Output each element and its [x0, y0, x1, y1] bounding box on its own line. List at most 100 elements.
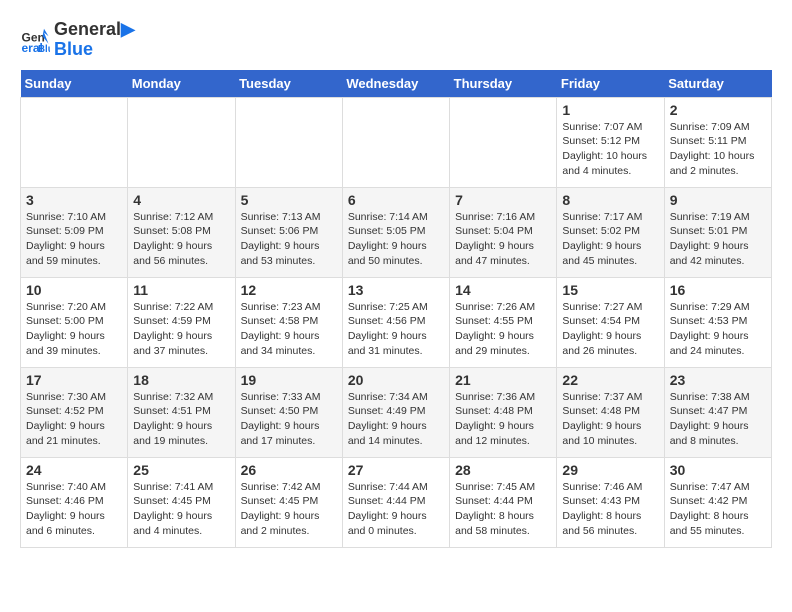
logo-icon: Gen eral Blue — [20, 25, 50, 55]
calendar-cell: 4 Sunrise: 7:12 AM Sunset: 5:08 PM Daylig… — [128, 187, 235, 277]
day-info: Sunrise: 7:29 AM Sunset: 4:53 PM Dayligh… — [670, 300, 766, 359]
day-info: Sunrise: 7:37 AM Sunset: 4:48 PM Dayligh… — [562, 390, 658, 449]
day-number: 30 — [670, 462, 766, 478]
calendar-header-row: SundayMondayTuesdayWednesdayThursdayFrid… — [21, 70, 772, 98]
day-info: Sunrise: 7:32 AM Sunset: 4:51 PM Dayligh… — [133, 390, 229, 449]
day-number: 15 — [562, 282, 658, 298]
day-number: 26 — [241, 462, 337, 478]
day-of-week-thursday: Thursday — [450, 70, 557, 98]
day-info: Sunrise: 7:16 AM Sunset: 5:04 PM Dayligh… — [455, 210, 551, 269]
day-of-week-tuesday: Tuesday — [235, 70, 342, 98]
calendar-cell: 19 Sunrise: 7:33 AM Sunset: 4:50 PM Dayli… — [235, 367, 342, 457]
calendar-cell: 18 Sunrise: 7:32 AM Sunset: 4:51 PM Dayli… — [128, 367, 235, 457]
day-number: 29 — [562, 462, 658, 478]
calendar-cell: 25Sunrise: 7:41 AM Sunset: 4:45 PM Dayli… — [128, 457, 235, 547]
day-info: Sunrise: 7:45 AM Sunset: 4:44 PM Dayligh… — [455, 480, 551, 539]
day-number: 14 — [455, 282, 551, 298]
calendar-cell — [342, 97, 449, 187]
calendar-cell: 11 Sunrise: 7:22 AM Sunset: 4:59 PM Dayli… — [128, 277, 235, 367]
calendar-week-4: 17 Sunrise: 7:30 AM Sunset: 4:52 PM Dayli… — [21, 367, 772, 457]
day-number: 20 — [348, 372, 444, 388]
calendar-cell: 29 Sunrise: 7:46 AM Sunset: 4:43 PM Dayli… — [557, 457, 664, 547]
calendar-cell: 30Sunrise: 7:47 AM Sunset: 4:42 PM Dayli… — [664, 457, 771, 547]
day-info: Sunrise: 7:25 AM Sunset: 4:56 PM Dayligh… — [348, 300, 444, 359]
day-info: Sunrise: 7:20 AM Sunset: 5:00 PM Dayligh… — [26, 300, 122, 359]
day-number: 17 — [26, 372, 122, 388]
day-info: Sunrise: 7:22 AM Sunset: 4:59 PM Dayligh… — [133, 300, 229, 359]
calendar-cell: 24 Sunrise: 7:40 AM Sunset: 4:46 PM Dayli… — [21, 457, 128, 547]
day-number: 11 — [133, 282, 229, 298]
day-info: Sunrise: 7:46 AM Sunset: 4:43 PM Dayligh… — [562, 480, 658, 539]
day-of-week-wednesday: Wednesday — [342, 70, 449, 98]
day-info: Sunrise: 7:36 AM Sunset: 4:48 PM Dayligh… — [455, 390, 551, 449]
logo-text-line2: Blue — [54, 40, 135, 60]
calendar-cell: 27 Sunrise: 7:44 AM Sunset: 4:44 PM Dayli… — [342, 457, 449, 547]
day-number: 23 — [670, 372, 766, 388]
calendar-cell: 22 Sunrise: 7:37 AM Sunset: 4:48 PM Dayli… — [557, 367, 664, 457]
day-number: 2 — [670, 102, 766, 118]
calendar-cell: 1Sunrise: 7:07 AM Sunset: 5:12 PM Daylig… — [557, 97, 664, 187]
day-number: 9 — [670, 192, 766, 208]
day-info: Sunrise: 7:33 AM Sunset: 4:50 PM Dayligh… — [241, 390, 337, 449]
day-number: 10 — [26, 282, 122, 298]
calendar-cell: 20 Sunrise: 7:34 AM Sunset: 4:49 PM Dayli… — [342, 367, 449, 457]
calendar-cell: 16Sunrise: 7:29 AM Sunset: 4:53 PM Dayli… — [664, 277, 771, 367]
calendar-cell: 28 Sunrise: 7:45 AM Sunset: 4:44 PM Dayli… — [450, 457, 557, 547]
day-number: 22 — [562, 372, 658, 388]
calendar-cell: 5 Sunrise: 7:13 AM Sunset: 5:06 PM Daylig… — [235, 187, 342, 277]
calendar-week-2: 3 Sunrise: 7:10 AM Sunset: 5:09 PM Daylig… — [21, 187, 772, 277]
day-info: Sunrise: 7:44 AM Sunset: 4:44 PM Dayligh… — [348, 480, 444, 539]
day-of-week-saturday: Saturday — [664, 70, 771, 98]
day-number: 24 — [26, 462, 122, 478]
day-of-week-monday: Monday — [128, 70, 235, 98]
day-number: 4 — [133, 192, 229, 208]
day-info: Sunrise: 7:34 AM Sunset: 4:49 PM Dayligh… — [348, 390, 444, 449]
calendar-cell: 17 Sunrise: 7:30 AM Sunset: 4:52 PM Dayli… — [21, 367, 128, 457]
day-info: Sunrise: 7:10 AM Sunset: 5:09 PM Dayligh… — [26, 210, 122, 269]
svg-text:Blue: Blue — [38, 44, 50, 55]
calendar-week-1: 1Sunrise: 7:07 AM Sunset: 5:12 PM Daylig… — [21, 97, 772, 187]
day-info: Sunrise: 7:14 AM Sunset: 5:05 PM Dayligh… — [348, 210, 444, 269]
day-number: 3 — [26, 192, 122, 208]
calendar-cell: 21 Sunrise: 7:36 AM Sunset: 4:48 PM Dayli… — [450, 367, 557, 457]
logo: Gen eral Blue General▶ Blue — [20, 20, 135, 60]
logo-text-line1: General▶ — [54, 20, 135, 40]
day-number: 6 — [348, 192, 444, 208]
calendar-week-3: 10 Sunrise: 7:20 AM Sunset: 5:00 PM Dayli… — [21, 277, 772, 367]
calendar-cell: 13Sunrise: 7:25 AM Sunset: 4:56 PM Dayli… — [342, 277, 449, 367]
calendar-cell: 15Sunrise: 7:27 AM Sunset: 4:54 PM Dayli… — [557, 277, 664, 367]
day-number: 25 — [133, 462, 229, 478]
day-number: 28 — [455, 462, 551, 478]
calendar-cell: 2 Sunrise: 7:09 AM Sunset: 5:11 PM Daylig… — [664, 97, 771, 187]
calendar-cell — [235, 97, 342, 187]
day-of-week-sunday: Sunday — [21, 70, 128, 98]
calendar-cell: 10 Sunrise: 7:20 AM Sunset: 5:00 PM Dayli… — [21, 277, 128, 367]
calendar-cell: 7 Sunrise: 7:16 AM Sunset: 5:04 PM Daylig… — [450, 187, 557, 277]
day-info: Sunrise: 7:13 AM Sunset: 5:06 PM Dayligh… — [241, 210, 337, 269]
calendar-cell: 26 Sunrise: 7:42 AM Sunset: 4:45 PM Dayli… — [235, 457, 342, 547]
day-number: 21 — [455, 372, 551, 388]
day-number: 5 — [241, 192, 337, 208]
calendar-cell: 12Sunrise: 7:23 AM Sunset: 4:58 PM Dayli… — [235, 277, 342, 367]
calendar-cell: 14Sunrise: 7:26 AM Sunset: 4:55 PM Dayli… — [450, 277, 557, 367]
calendar-cell: 23 Sunrise: 7:38 AM Sunset: 4:47 PM Dayli… — [664, 367, 771, 457]
day-info: Sunrise: 7:42 AM Sunset: 4:45 PM Dayligh… — [241, 480, 337, 539]
day-number: 27 — [348, 462, 444, 478]
day-info: Sunrise: 7:12 AM Sunset: 5:08 PM Dayligh… — [133, 210, 229, 269]
calendar-cell — [21, 97, 128, 187]
day-number: 7 — [455, 192, 551, 208]
calendar-week-5: 24 Sunrise: 7:40 AM Sunset: 4:46 PM Dayli… — [21, 457, 772, 547]
day-number: 19 — [241, 372, 337, 388]
calendar-cell: 8Sunrise: 7:17 AM Sunset: 5:02 PM Daylig… — [557, 187, 664, 277]
day-info: Sunrise: 7:40 AM Sunset: 4:46 PM Dayligh… — [26, 480, 122, 539]
day-info: Sunrise: 7:09 AM Sunset: 5:11 PM Dayligh… — [670, 120, 766, 179]
page-header: Gen eral Blue General▶ Blue — [20, 20, 772, 60]
calendar-cell — [128, 97, 235, 187]
day-number: 18 — [133, 372, 229, 388]
day-info: Sunrise: 7:38 AM Sunset: 4:47 PM Dayligh… — [670, 390, 766, 449]
day-of-week-friday: Friday — [557, 70, 664, 98]
day-number: 1 — [562, 102, 658, 118]
calendar-cell: 6 Sunrise: 7:14 AM Sunset: 5:05 PM Daylig… — [342, 187, 449, 277]
day-info: Sunrise: 7:30 AM Sunset: 4:52 PM Dayligh… — [26, 390, 122, 449]
day-number: 12 — [241, 282, 337, 298]
